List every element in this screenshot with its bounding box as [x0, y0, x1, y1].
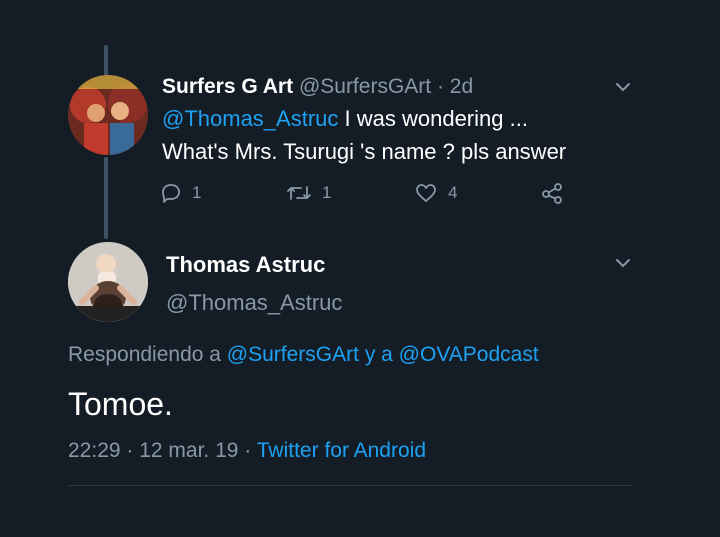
thread-line-connector — [104, 157, 108, 239]
tweet1-display-name[interactable]: Surfers G Art — [162, 75, 293, 98]
replying-middle: y a — [358, 343, 399, 366]
tweet1-header: Surfers G Art @SurfersGArt · 2d — [162, 72, 632, 102]
replying-to: Respondiendo a @SurfersGArt y a @OVAPodc… — [68, 340, 539, 370]
tweet2-text: Tomoe. — [68, 386, 173, 422]
reply-button[interactable]: 1 — [160, 182, 201, 204]
retweet-button[interactable]: 1 — [286, 182, 331, 204]
tweet1-time[interactable]: · 2d — [437, 75, 473, 98]
replying-user-surfersgart[interactable]: @SurfersGArt — [227, 343, 359, 366]
reply-icon — [162, 184, 180, 203]
replying-user-ovapodcast[interactable]: @OVAPodcast — [399, 343, 539, 366]
tweet2-source[interactable]: Twitter for Android — [257, 439, 426, 462]
chevron-down-icon — [616, 259, 630, 268]
tweet1-text-line1: I was wondering ... — [344, 106, 528, 131]
retweet-count: 1 — [322, 183, 332, 202]
tweet1-handle[interactable]: @SurfersGArt — [299, 75, 431, 98]
meta-separator: · — [238, 439, 257, 462]
tweet2-menu-chevron[interactable] — [612, 252, 634, 274]
divider — [68, 485, 632, 486]
retweet-icon — [287, 186, 311, 200]
tweet2-date[interactable]: 12 mar. 19 — [139, 439, 238, 462]
tweet2-time[interactable]: 22:29 — [68, 439, 121, 462]
avatar-image — [68, 75, 148, 155]
tweet2-meta: 22:29 · 12 mar. 19 · Twitter for Android — [68, 436, 426, 466]
tweet1-text-line2: What's Mrs. Tsurugi 's name ? pls answer — [162, 139, 567, 164]
tweet1-text: @Thomas_Astruc I was wondering ... What'… — [162, 102, 632, 168]
share-icon — [542, 183, 562, 204]
avatar-thomas-astruc[interactable] — [68, 242, 148, 322]
share-button[interactable] — [540, 182, 564, 204]
tweet1-actions: 1 1 4 — [160, 182, 580, 212]
avatar-image — [68, 242, 148, 322]
like-count: 4 — [448, 183, 458, 202]
tweet1-menu-chevron[interactable] — [612, 76, 634, 98]
tweet2-handle[interactable]: @Thomas_Astruc — [166, 288, 342, 318]
tweet1-mention[interactable]: @Thomas_Astruc — [162, 106, 338, 131]
reply-count: 1 — [192, 183, 202, 202]
replying-prefix: Respondiendo a — [68, 343, 227, 366]
like-icon — [416, 184, 436, 202]
meta-separator: · — [120, 439, 140, 462]
thread-line-top — [104, 45, 108, 77]
chevron-down-icon — [616, 83, 630, 92]
like-button[interactable]: 4 — [414, 182, 457, 204]
tweet2-display-name[interactable]: Thomas Astruc — [166, 250, 325, 280]
tweet-original: Surfers G Art @SurfersGArt · 2d @Thomas_… — [162, 72, 632, 168]
avatar-surfers-g-art[interactable] — [68, 75, 148, 155]
